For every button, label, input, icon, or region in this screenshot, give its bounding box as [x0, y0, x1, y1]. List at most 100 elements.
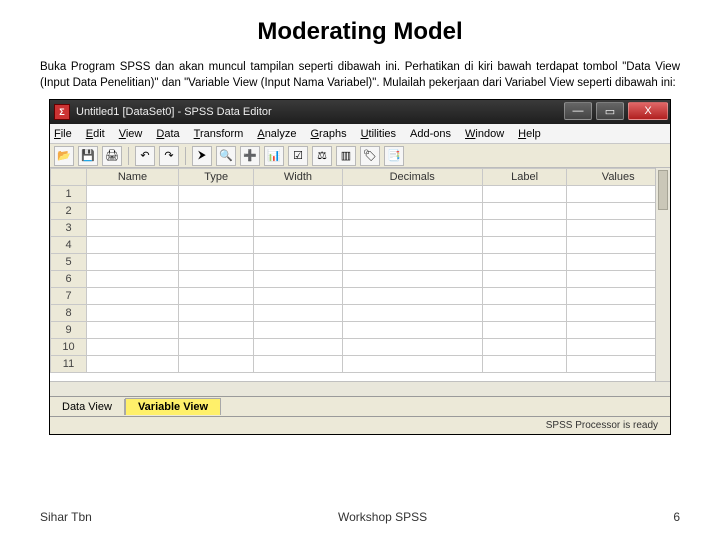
cell[interactable] — [254, 237, 342, 254]
close-button[interactable]: X — [628, 102, 668, 120]
table-row[interactable]: 4 — [51, 237, 670, 254]
row-number[interactable]: 9 — [51, 322, 87, 339]
cell[interactable] — [178, 356, 253, 373]
cell[interactable] — [87, 237, 179, 254]
value-icon[interactable]: 🏷 — [360, 146, 380, 166]
cell[interactable] — [87, 305, 179, 322]
cell[interactable] — [482, 271, 567, 288]
menu-edit[interactable]: Edit — [86, 128, 105, 140]
row-number[interactable]: 2 — [51, 203, 87, 220]
row-number[interactable]: 1 — [51, 186, 87, 203]
menu-transform[interactable]: Transform — [194, 128, 244, 140]
cell[interactable] — [87, 322, 179, 339]
menu-file[interactable]: File — [54, 128, 72, 140]
cell[interactable] — [178, 339, 253, 356]
cell[interactable] — [178, 203, 253, 220]
cell[interactable] — [482, 220, 567, 237]
cell[interactable] — [178, 322, 253, 339]
goto-icon[interactable]: ⮞ — [192, 146, 212, 166]
table-row[interactable]: 7 — [51, 288, 670, 305]
cell[interactable] — [254, 203, 342, 220]
row-number[interactable]: 4 — [51, 237, 87, 254]
cell[interactable] — [342, 237, 482, 254]
vertical-scrollbar[interactable] — [655, 168, 670, 396]
sets-icon[interactable]: 📑 — [384, 146, 404, 166]
cell[interactable] — [342, 339, 482, 356]
cell[interactable] — [482, 305, 567, 322]
cell[interactable] — [87, 356, 179, 373]
cell[interactable] — [254, 186, 342, 203]
cell[interactable] — [254, 339, 342, 356]
minimize-button[interactable]: — — [564, 102, 592, 120]
cell[interactable] — [342, 271, 482, 288]
maximize-button[interactable]: ▭ — [596, 102, 624, 120]
redo-icon[interactable]: ↷ — [159, 146, 179, 166]
find-icon[interactable]: 🔍 — [216, 146, 236, 166]
select-icon[interactable]: ☑ — [288, 146, 308, 166]
cell[interactable] — [342, 305, 482, 322]
tab-variable-view[interactable]: Variable View — [125, 398, 221, 415]
open-icon[interactable]: 📂 — [54, 146, 74, 166]
menu-data[interactable]: Data — [156, 128, 179, 140]
table-row[interactable]: 8 — [51, 305, 670, 322]
row-number[interactable]: 3 — [51, 220, 87, 237]
row-number[interactable]: 8 — [51, 305, 87, 322]
cell[interactable] — [482, 203, 567, 220]
row-number[interactable]: 6 — [51, 271, 87, 288]
cell[interactable] — [178, 305, 253, 322]
cell[interactable] — [87, 254, 179, 271]
insert-icon[interactable]: ➕ — [240, 146, 260, 166]
col-decimals[interactable]: Decimals — [342, 169, 482, 186]
col-name[interactable]: Name — [87, 169, 179, 186]
row-number[interactable]: 10 — [51, 339, 87, 356]
col-width[interactable]: Width — [254, 169, 342, 186]
undo-icon[interactable]: ↶ — [135, 146, 155, 166]
table-row[interactable]: 3 — [51, 220, 670, 237]
cell[interactable] — [342, 186, 482, 203]
vars-icon[interactable]: 📊 — [264, 146, 284, 166]
table-row[interactable]: 11 — [51, 356, 670, 373]
tab-data-view[interactable]: Data View — [50, 399, 125, 415]
cell[interactable] — [87, 271, 179, 288]
cell[interactable] — [482, 254, 567, 271]
menu-analyze[interactable]: Analyze — [257, 128, 296, 140]
cell[interactable] — [482, 356, 567, 373]
menu-graphs[interactable]: Graphs — [310, 128, 346, 140]
print-icon[interactable]: 🖨 — [102, 146, 122, 166]
table-row[interactable]: 10 — [51, 339, 670, 356]
cell[interactable] — [254, 356, 342, 373]
cell[interactable] — [482, 186, 567, 203]
cell[interactable] — [178, 254, 253, 271]
cell[interactable] — [342, 288, 482, 305]
cell[interactable] — [87, 186, 179, 203]
row-number[interactable]: 11 — [51, 356, 87, 373]
cell[interactable] — [87, 288, 179, 305]
cell[interactable] — [482, 339, 567, 356]
cell[interactable] — [254, 271, 342, 288]
cell[interactable] — [482, 237, 567, 254]
cell[interactable] — [342, 203, 482, 220]
menu-help[interactable]: Help — [518, 128, 541, 140]
table-row[interactable]: 9 — [51, 322, 670, 339]
cell[interactable] — [87, 339, 179, 356]
cell[interactable] — [482, 322, 567, 339]
cell[interactable] — [342, 220, 482, 237]
split-icon[interactable]: ▥ — [336, 146, 356, 166]
cell[interactable] — [87, 203, 179, 220]
row-number[interactable]: 7 — [51, 288, 87, 305]
cell[interactable] — [254, 220, 342, 237]
cell[interactable] — [254, 254, 342, 271]
cell[interactable] — [342, 356, 482, 373]
save-icon[interactable]: 💾 — [78, 146, 98, 166]
cell[interactable] — [482, 288, 567, 305]
table-row[interactable]: 6 — [51, 271, 670, 288]
cell[interactable] — [254, 288, 342, 305]
table-row[interactable]: 2 — [51, 203, 670, 220]
cell[interactable] — [254, 305, 342, 322]
cell[interactable] — [87, 220, 179, 237]
menu-utilities[interactable]: Utilities — [361, 128, 396, 140]
col-label[interactable]: Label — [482, 169, 567, 186]
menu-window[interactable]: Window — [465, 128, 504, 140]
cell[interactable] — [342, 254, 482, 271]
cell[interactable] — [178, 288, 253, 305]
